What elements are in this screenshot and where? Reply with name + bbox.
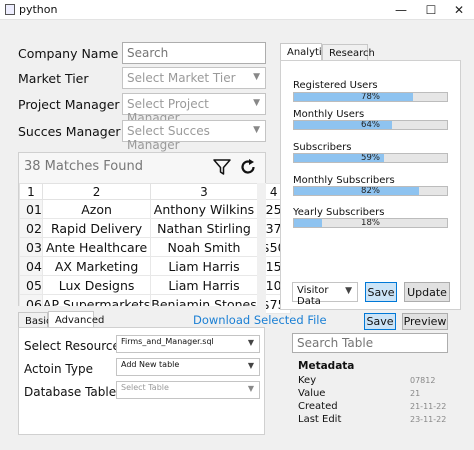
search-table-input[interactable] <box>292 333 448 353</box>
column-header[interactable]: 2 <box>41 183 152 200</box>
data-source-select[interactable]: Visitor Data ▼ <box>292 282 358 307</box>
minimize-button[interactable]: — <box>388 1 414 19</box>
progress-text: 64% <box>361 120 380 130</box>
company-cell[interactable]: Ante Healthcare <box>41 237 152 257</box>
project-manager-select[interactable]: Select Project Manager ▼ <box>122 93 266 125</box>
action-type-label: Actoin Type <box>24 362 93 376</box>
column-header[interactable]: 3 <box>150 183 258 200</box>
progress-bar: 59% <box>293 153 448 163</box>
metadata-key: Last Edit <box>298 414 342 425</box>
success-manager-select[interactable]: Select Succes Manager ▼ <box>122 120 266 152</box>
metadata-value: 21 <box>410 389 421 398</box>
progress-bar: 18% <box>293 218 448 228</box>
action-type-value: Add New table <box>121 360 180 369</box>
progress-bar: 64% <box>293 120 448 130</box>
database-table-label: Database Table <box>24 385 117 399</box>
chevron-down-icon: ▼ <box>247 384 254 393</box>
filter-icon[interactable] <box>212 157 232 177</box>
chevron-down-icon: ▼ <box>247 338 254 347</box>
market-tier-value: Select Market Tier <box>127 71 236 85</box>
metadata-key: Value <box>298 388 326 399</box>
database-table-select[interactable]: Select Table ▼ <box>116 381 260 399</box>
table-row[interactable]: 04 AX Marketing Liam Harris $150 <box>19 256 291 276</box>
column-header[interactable]: 1 <box>19 183 43 200</box>
row-index: 02 <box>19 218 43 238</box>
bar-label: Monthly Subscribers <box>293 175 395 186</box>
row-index: 01 <box>19 199 43 219</box>
chevron-down-icon: ▼ <box>253 125 260 135</box>
table-header-row: 1 2 3 4 <box>19 183 291 200</box>
success-manager-label: Succes Manager <box>18 124 121 139</box>
bar-label: Yearly Subscribers <box>293 207 385 218</box>
row-index: 03 <box>19 237 43 257</box>
metadata-title: Metadata <box>298 360 355 372</box>
table-row[interactable]: 03 Ante Healthcare Noah Smith $50 <box>19 237 291 257</box>
bottom-save-button[interactable]: Save <box>364 313 396 330</box>
metadata-key: Created <box>298 401 338 412</box>
app-icon <box>5 4 15 15</box>
row-index: 05 <box>19 275 43 295</box>
chevron-down-icon: ▼ <box>247 361 254 370</box>
table-row[interactable]: 01 Azon Anthony Wilkins $250 <box>19 199 291 219</box>
metadata-value: 21-11-22 <box>410 402 447 411</box>
company-cell[interactable]: Rapid Delivery <box>41 218 152 238</box>
window-title: python <box>19 3 58 16</box>
update-button[interactable]: Update <box>404 282 450 302</box>
action-type-select[interactable]: Add New table ▼ <box>116 358 260 376</box>
bar-label: Subscribers <box>293 142 352 153</box>
company-cell[interactable]: Lux Designs <box>41 275 152 295</box>
progress-text: 82% <box>361 186 380 196</box>
progress-text: 59% <box>361 153 380 163</box>
bar-label: Monthly Users <box>293 109 365 120</box>
manager-cell[interactable]: Liam Harris <box>150 275 258 295</box>
close-button[interactable]: ✕ <box>446 1 472 19</box>
matches-count: 38 Matches Found <box>24 159 143 174</box>
chevron-down-icon: ▼ <box>253 72 260 82</box>
chevron-down-icon: ▼ <box>345 286 352 296</box>
resource-label: Select Resource <box>24 339 120 353</box>
project-manager-label: Project Manager <box>18 97 120 112</box>
results-table: 1 2 3 4 01 Azon Anthony Wilkins $250 02 … <box>19 183 291 314</box>
maximize-button[interactable]: ☐ <box>418 1 444 19</box>
market-tier-select[interactable]: Select Market Tier ▼ <box>122 67 266 89</box>
success-manager-value: Select Succes Manager <box>127 124 210 152</box>
analytics-save-button[interactable]: Save <box>365 282 397 302</box>
download-link[interactable]: Download Selected File <box>193 313 327 327</box>
progress-bar: 78% <box>293 92 448 102</box>
progress-bar: 82% <box>293 186 448 196</box>
table-row[interactable]: 05 Lux Designs Liam Harris $100 <box>19 275 291 295</box>
progress-text: 18% <box>361 218 380 228</box>
company-cell[interactable]: AX Marketing <box>41 256 152 276</box>
preview-button[interactable]: Preview <box>402 313 448 330</box>
table-row[interactable]: 02 Rapid Delivery Nathan Stirling $375 <box>19 218 291 238</box>
company-cell[interactable]: Azon <box>41 199 152 219</box>
table-scrollbar[interactable] <box>257 183 266 307</box>
chevron-down-icon: ▼ <box>253 98 260 108</box>
metadata-value: 07812 <box>410 376 436 385</box>
company-search-input[interactable] <box>122 42 266 64</box>
company-name-label: Company Name <box>18 46 119 61</box>
manager-cell[interactable]: Anthony Wilkins <box>150 199 258 219</box>
metadata-key: Key <box>298 375 317 386</box>
database-table-value: Select Table <box>121 383 169 392</box>
bar-label: Registered Users <box>293 80 378 91</box>
resource-value: Firms_and_Manager.sql <box>121 337 214 346</box>
manager-cell[interactable]: Nathan Stirling <box>150 218 258 238</box>
progress-text: 78% <box>361 92 380 102</box>
resource-select[interactable]: Firms_and_Manager.sql ▼ <box>116 335 260 353</box>
manager-cell[interactable]: Liam Harris <box>150 256 258 276</box>
market-tier-label: Market Tier <box>18 71 89 86</box>
manager-cell[interactable]: Noah Smith <box>150 237 258 257</box>
metadata-value: 23-11-22 <box>410 415 447 424</box>
refresh-icon[interactable] <box>238 157 258 177</box>
row-index: 04 <box>19 256 43 276</box>
